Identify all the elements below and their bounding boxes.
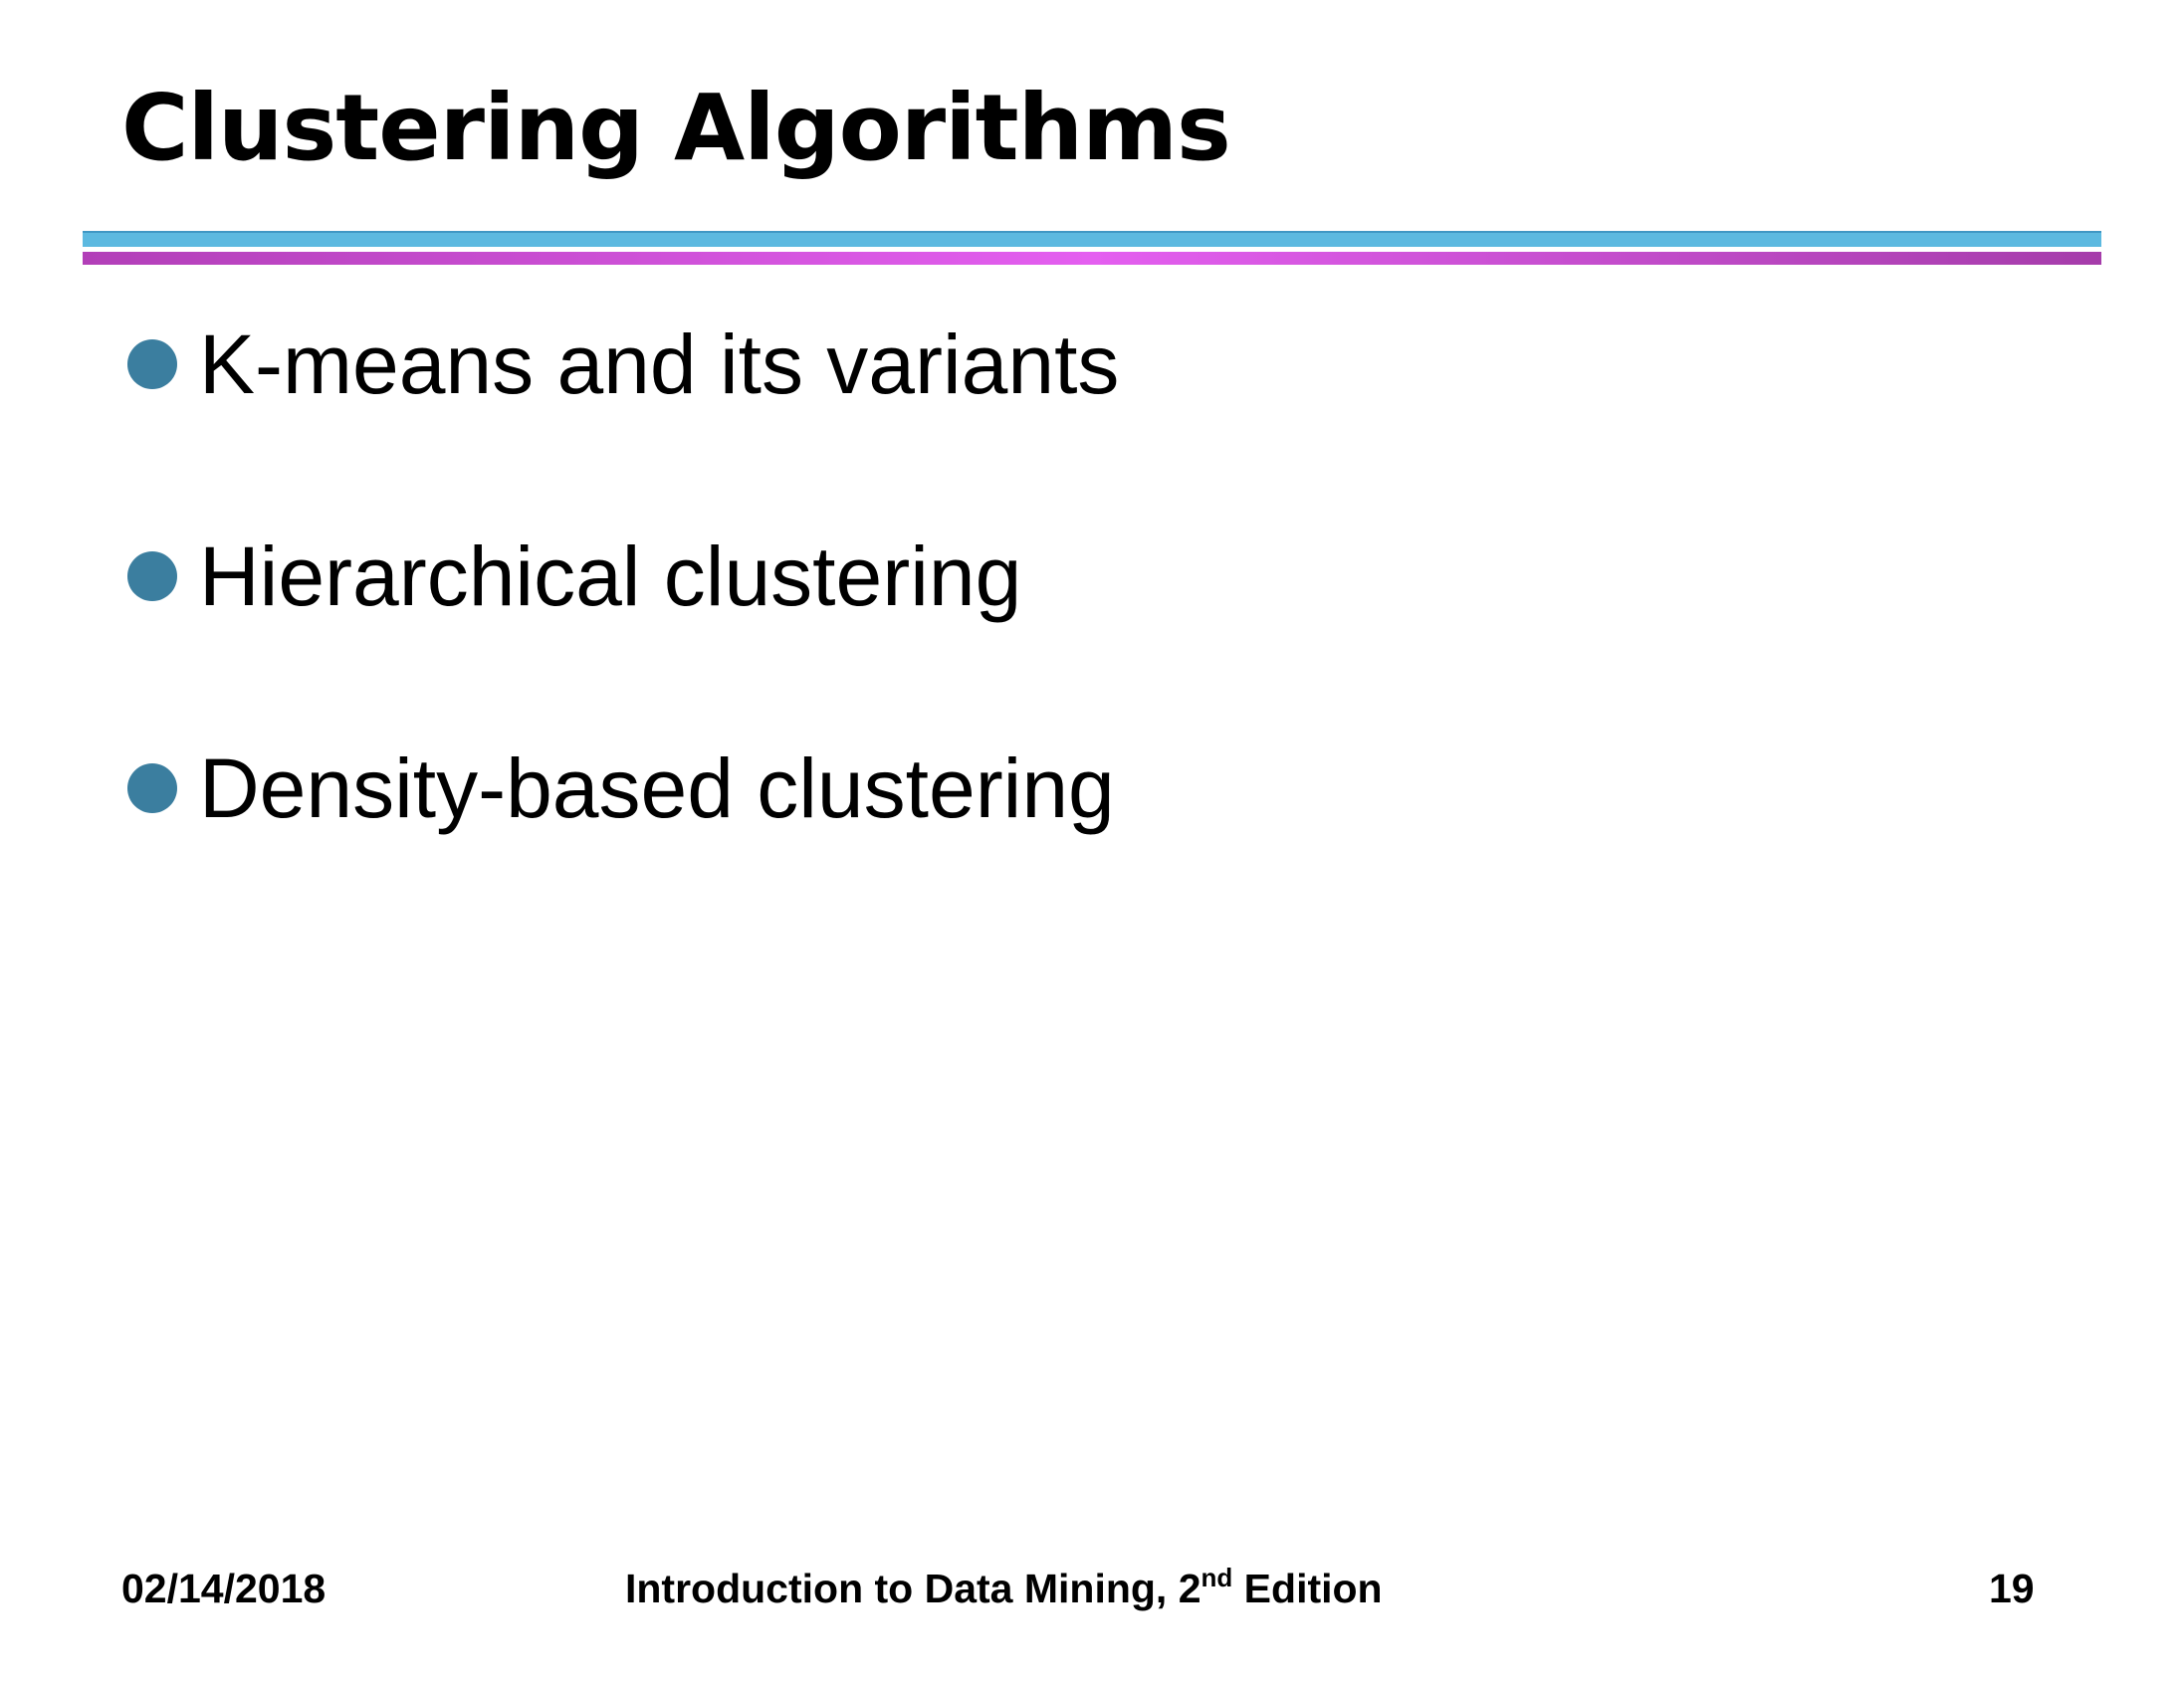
title-divider-blue: [83, 231, 2101, 247]
bullet-dot-icon: [127, 551, 177, 601]
list-item: Hierarchical clustering: [127, 523, 1119, 630]
bullet-list: K-means and its variants Hierarchical cl…: [127, 311, 1119, 947]
list-item: K-means and its variants: [127, 311, 1119, 418]
bullet-text: Hierarchical clustering: [199, 529, 1022, 623]
title-divider-magenta: [83, 252, 2101, 265]
list-item: Density-based clustering: [127, 735, 1119, 842]
footer-course-title: Introduction to Data Mining, 2nd Edition: [625, 1565, 1383, 1613]
slide-title: Clustering Algorithms: [121, 75, 1231, 181]
footer-course-suffix: Edition: [1232, 1566, 1383, 1611]
bullet-dot-icon: [127, 763, 177, 813]
bullet-text: Density-based clustering: [199, 741, 1115, 835]
bullet-dot-icon: [127, 339, 177, 389]
footer-course-superscript: nd: [1201, 1563, 1233, 1592]
footer-date: 02/14/2018: [121, 1566, 327, 1611]
footer-course-prefix: Introduction to Data Mining, 2: [625, 1566, 1201, 1611]
slide: Clustering Algorithms K-means and its va…: [0, 0, 2184, 1686]
footer-page-number: 19: [1989, 1566, 2035, 1611]
bullet-text: K-means and its variants: [199, 317, 1120, 411]
